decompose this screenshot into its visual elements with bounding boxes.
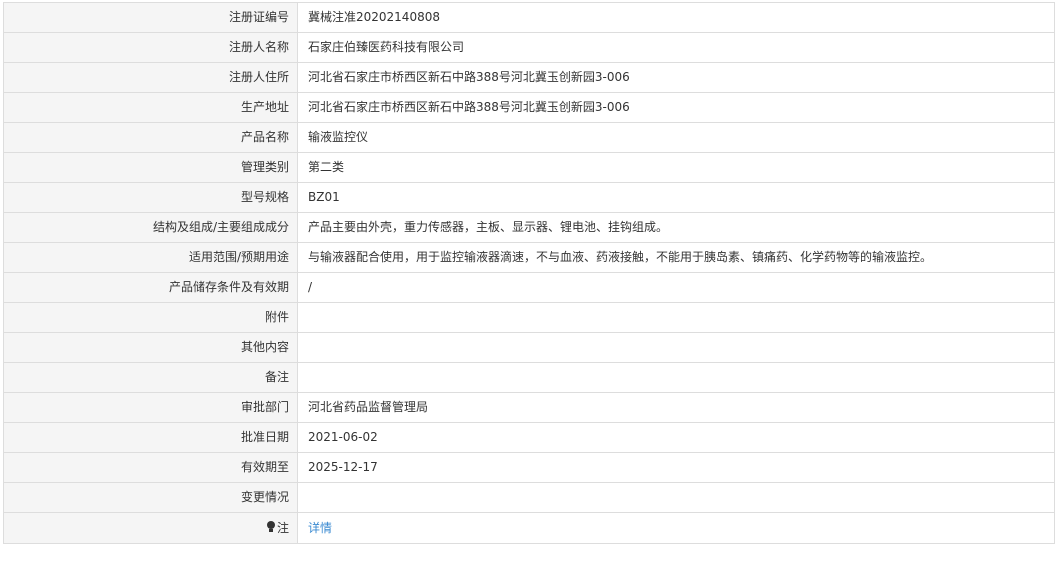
field-value-intended-use: 与输液器配合使用，用于监控输液器滴速，不与血液、药液接触，不能用于胰岛素、镇痛药… <box>297 242 1055 273</box>
table-row: 有效期至 2025-12-17 <box>3 452 1055 483</box>
table-row: 注册证编号 冀械注准20202140808 <box>3 2 1055 33</box>
field-value-other-content <box>297 332 1055 363</box>
field-label-production-address: 生产地址 <box>3 92 298 123</box>
lightbulb-icon <box>266 520 275 533</box>
field-label-approval-date: 批准日期 <box>3 422 298 453</box>
field-label-intended-use: 适用范围/预期用途 <box>3 242 298 273</box>
field-label-approval-department: 审批部门 <box>3 392 298 423</box>
field-label-attachments: 附件 <box>3 302 298 333</box>
table-row: 生产地址 河北省石家庄市桥西区新石中路388号河北冀玉创新园3-006 <box>3 92 1055 123</box>
table-row: 型号规格 BZ01 <box>3 182 1055 213</box>
field-value-approval-department: 河北省药品监督管理局 <box>297 392 1055 423</box>
field-value-approval-date: 2021-06-02 <box>297 422 1055 453</box>
field-value-remarks <box>297 362 1055 393</box>
field-label-storage-validity: 产品储存条件及有效期 <box>3 272 298 303</box>
field-value-product-name: 输液监控仪 <box>297 122 1055 153</box>
field-label-valid-until: 有效期至 <box>3 452 298 483</box>
field-label-remarks: 备注 <box>3 362 298 393</box>
field-label-management-class: 管理类别 <box>3 152 298 183</box>
field-label-structure-composition: 结构及组成/主要组成成分 <box>3 212 298 243</box>
field-label-other-content: 其他内容 <box>3 332 298 363</box>
field-value-attachments <box>297 302 1055 333</box>
field-value-registration-number: 冀械注准20202140808 <box>297 2 1055 33</box>
table-row: 适用范围/预期用途 与输液器配合使用，用于监控输液器滴速，不与血液、药液接触，不… <box>3 242 1055 273</box>
field-label-product-name: 产品名称 <box>3 122 298 153</box>
table-row: 批准日期 2021-06-02 <box>3 422 1055 453</box>
table-row: 产品名称 输液监控仪 <box>3 122 1055 153</box>
field-value-management-class: 第二类 <box>297 152 1055 183</box>
field-label-model-spec: 型号规格 <box>3 182 298 213</box>
table-row: 管理类别 第二类 <box>3 152 1055 183</box>
table-row: 附件 <box>3 302 1055 333</box>
table-row: 注册人名称 石家庄伯臻医药科技有限公司 <box>3 32 1055 63</box>
table-row: 产品储存条件及有效期 / <box>3 272 1055 303</box>
table-row: 注册人住所 河北省石家庄市桥西区新石中路388号河北冀玉创新园3-006 <box>3 62 1055 93</box>
field-value-change-history <box>297 482 1055 513</box>
field-value-note: 详情 <box>297 512 1055 544</box>
field-label-registrant-name: 注册人名称 <box>3 32 298 63</box>
field-value-model-spec: BZ01 <box>297 182 1055 213</box>
table-row: 其他内容 <box>3 332 1055 363</box>
field-label-registrant-address: 注册人住所 <box>3 62 298 93</box>
field-value-valid-until: 2025-12-17 <box>297 452 1055 483</box>
table-row: 结构及组成/主要组成成分 产品主要由外壳，重力传感器，主板、显示器、锂电池、挂钩… <box>3 212 1055 243</box>
table-row: 审批部门 河北省药品监督管理局 <box>3 392 1055 423</box>
field-value-production-address: 河北省石家庄市桥西区新石中路388号河北冀玉创新园3-006 <box>297 92 1055 123</box>
field-value-registrant-name: 石家庄伯臻医药科技有限公司 <box>297 32 1055 63</box>
field-value-storage-validity: / <box>297 272 1055 303</box>
details-link[interactable]: 详情 <box>308 521 332 535</box>
table-row: 注 详情 <box>3 512 1055 544</box>
field-label-registration-number: 注册证编号 <box>3 2 298 33</box>
field-label-change-history: 变更情况 <box>3 482 298 513</box>
note-label: 注 <box>276 520 289 535</box>
field-label-note: 注 <box>3 512 298 544</box>
field-value-registrant-address: 河北省石家庄市桥西区新石中路388号河北冀玉创新园3-006 <box>297 62 1055 93</box>
table-row: 备注 <box>3 362 1055 393</box>
registration-detail-table: 注册证编号 冀械注准20202140808 注册人名称 石家庄伯臻医药科技有限公… <box>3 2 1055 544</box>
table-row: 变更情况 <box>3 482 1055 513</box>
field-value-structure-composition: 产品主要由外壳，重力传感器，主板、显示器、锂电池、挂钩组成。 <box>297 212 1055 243</box>
